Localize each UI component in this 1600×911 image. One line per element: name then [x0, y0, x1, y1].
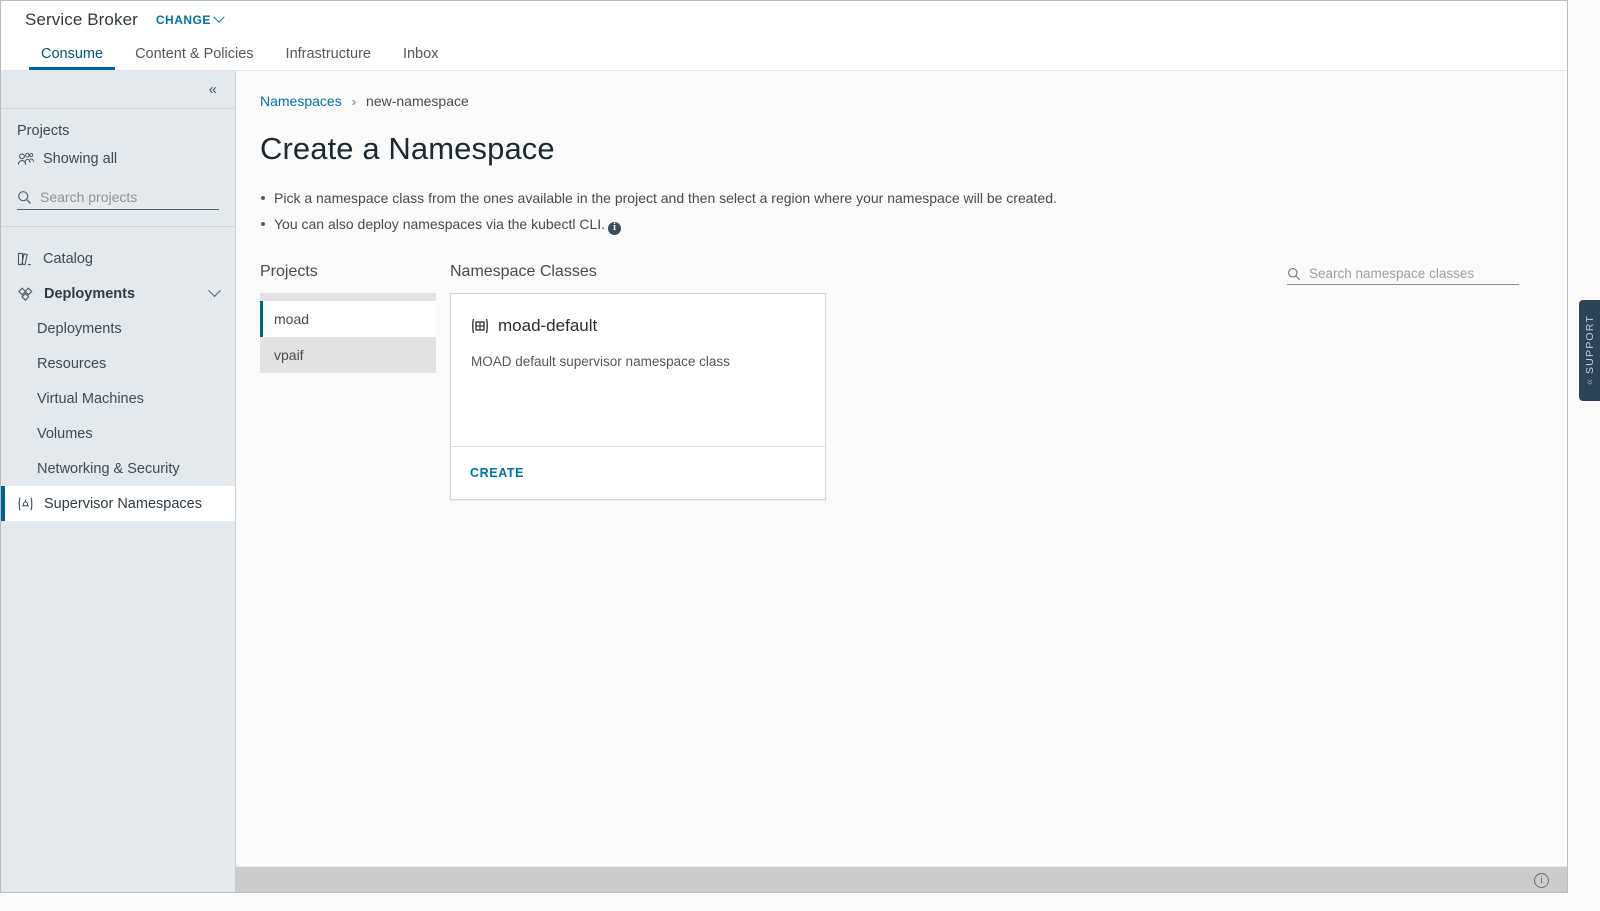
projects-list: moad vpaif [260, 293, 436, 373]
sidebar-item-deployments[interactable]: Deployments [1, 311, 235, 346]
tab-content-and-policies[interactable]: Content & Policies [119, 46, 269, 71]
footer-info-icon[interactable]: i [1534, 872, 1549, 888]
sidebar-showing-all[interactable]: Showing all [17, 151, 219, 167]
change-service-label: CHANGE [155, 13, 211, 27]
search-namespace-classes[interactable] [1287, 266, 1519, 285]
sidebar-item-supervisor-namespaces-label: Supervisor Namespaces [44, 495, 202, 512]
namespace-class-card-footer: CREATE [451, 446, 825, 499]
sidebar-collapse-button[interactable]: « [1, 71, 235, 109]
search-namespace-classes-input[interactable] [1309, 266, 1519, 281]
sidebar-projects-label: Projects [17, 123, 70, 139]
breadcrumb-current: new-namespace [366, 93, 469, 109]
chevron-down-icon [208, 284, 221, 298]
chevron-double-left-icon: « [208, 81, 217, 98]
left-sidebar: « Projects Showing all Search projects C… [1, 71, 236, 892]
page-hints: Pick a namespace class from the ones ava… [260, 185, 1543, 237]
sidebar-item-networking-security[interactable]: Networking & Security [1, 451, 235, 486]
search-icon [1287, 267, 1301, 281]
sidebar-item-volumes[interactable]: Volumes [1, 416, 235, 451]
change-service-button[interactable]: CHANGE [155, 11, 225, 27]
app-title: Service Broker [25, 10, 138, 29]
application-window: Service Broker CHANGE Consume Content & … [0, 0, 1568, 893]
catalog-icon [17, 251, 33, 267]
project-item-vpaif[interactable]: vpaif [260, 337, 436, 373]
chevron-down-icon [213, 11, 225, 23]
page-title: Create a Namespace [260, 131, 555, 166]
chevron-double-left-icon: « [1583, 379, 1596, 386]
deployments-icon [17, 286, 34, 302]
search-icon [17, 190, 32, 205]
support-tab-label: SUPPORT [1583, 315, 1596, 375]
tab-infrastructure[interactable]: Infrastructure [270, 46, 387, 71]
columns-body: moad vpaif moad-default MOAD default sup… [260, 293, 1543, 500]
columns-header: Projects Namespace Classes [260, 263, 1543, 285]
sidebar-item-catalog[interactable]: Catalog [1, 241, 235, 276]
sidebar-nav: Catalog Deployments Deployments Resource… [1, 227, 235, 521]
main-inner: Namespaces › new-namespace Create a Name… [236, 71, 1567, 866]
namespace-icon [17, 496, 34, 512]
namespace-classes-area: moad-default MOAD default supervisor nam… [450, 293, 826, 500]
sidebar-item-supervisor-namespaces[interactable]: Supervisor Namespaces [1, 486, 235, 521]
sidebar-group-deployments-label: Deployments [44, 285, 136, 302]
tab-inbox[interactable]: Inbox [387, 46, 454, 71]
namespace-class-description: MOAD default supervisor namespace class [471, 354, 730, 369]
support-tab[interactable]: SUPPORT « [1579, 300, 1600, 401]
app-header: Service Broker CHANGE Consume Content & … [1, 1, 1567, 71]
project-item-moad[interactable]: moad [260, 301, 436, 337]
namespace-class-title-row: moad-default [471, 316, 805, 336]
status-footer-bar: i [236, 866, 1567, 892]
namespace-class-name: moad-default [498, 316, 598, 335]
sidebar-group-deployments[interactable]: Deployments [1, 276, 235, 311]
namespace-class-icon [471, 317, 489, 335]
hint-kubectl-text: You can also deploy namespaces via the k… [274, 216, 606, 232]
hint-kubectl: You can also deploy namespaces via the k… [260, 211, 1543, 237]
tab-consume[interactable]: Consume [25, 46, 119, 71]
body-split: « Projects Showing all Search projects C… [1, 71, 1567, 892]
classes-column-title: Namespace Classes [450, 263, 597, 280]
sidebar-item-resources[interactable]: Resources [1, 346, 235, 381]
namespace-class-card[interactable]: moad-default MOAD default supervisor nam… [450, 293, 826, 500]
hint-pick-class: Pick a namespace class from the ones ava… [260, 185, 1543, 211]
info-icon[interactable]: i [608, 221, 622, 235]
breadcrumb-namespaces-link[interactable]: Namespaces [260, 93, 342, 109]
breadcrumb-separator-icon: › [351, 93, 357, 109]
brand-row: Service Broker CHANGE [1, 1, 1567, 33]
projects-column-title: Projects [260, 263, 318, 280]
sidebar-showing-all-label: Showing all [43, 151, 118, 167]
sidebar-search-projects[interactable] [17, 189, 219, 210]
sidebar-item-catalog-label: Catalog [43, 250, 93, 267]
search-projects-input[interactable] [40, 189, 219, 205]
primary-tab-bar: Consume Content & Policies Infrastructur… [1, 33, 1567, 70]
main-content: Namespaces › new-namespace Create a Name… [236, 71, 1567, 892]
users-group-icon [17, 152, 34, 166]
create-button[interactable]: CREATE [470, 466, 524, 480]
hint-pick-class-text: Pick a namespace class from the ones ava… [274, 190, 1057, 206]
breadcrumb: Namespaces › new-namespace [260, 93, 1543, 109]
namespace-class-card-body: moad-default MOAD default supervisor nam… [451, 294, 825, 446]
sidebar-projects-section: Projects Showing all [1, 109, 235, 227]
sidebar-item-virtual-machines[interactable]: Virtual Machines [1, 381, 235, 416]
